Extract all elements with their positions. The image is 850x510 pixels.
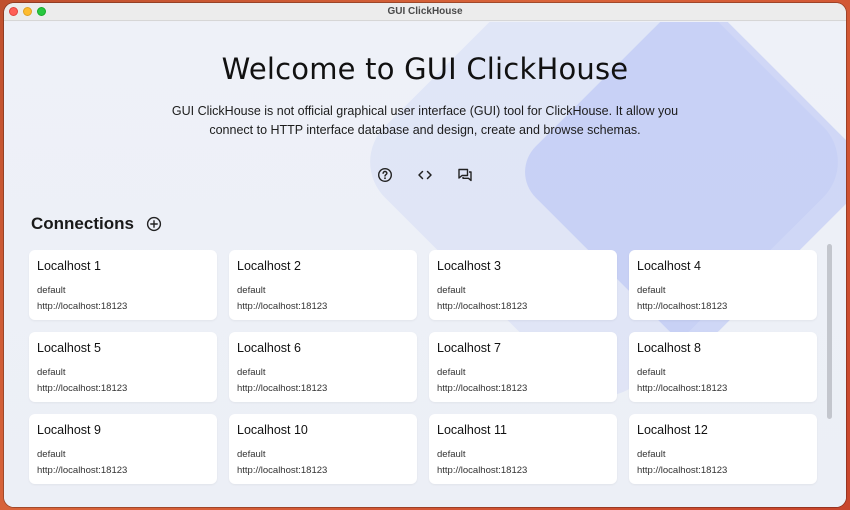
connections-grid: Localhost 1 default http://localhost:181… xyxy=(29,250,817,484)
connection-url: http://localhost:18123 xyxy=(637,383,728,394)
connection-card[interactable]: Localhost 3 default http://localhost:181… xyxy=(429,250,617,320)
connection-name: Localhost 4 xyxy=(637,259,701,273)
connection-database: default xyxy=(237,367,266,378)
connection-url: http://localhost:18123 xyxy=(637,465,728,476)
connection-name: Localhost 11 xyxy=(437,423,507,437)
connection-database: default xyxy=(237,285,266,296)
connection-database: default xyxy=(637,285,666,296)
window-controls xyxy=(9,7,46,16)
connection-database: default xyxy=(37,367,66,378)
connection-name: Localhost 12 xyxy=(637,423,708,437)
connection-name: Localhost 2 xyxy=(237,259,301,273)
add-connection-icon[interactable] xyxy=(146,216,162,232)
connection-database: default xyxy=(637,367,666,378)
connection-name: Localhost 7 xyxy=(437,341,501,355)
connection-database: default xyxy=(437,367,466,378)
connection-name: Localhost 6 xyxy=(237,341,301,355)
connection-card[interactable]: Localhost 1 default http://localhost:181… xyxy=(29,250,217,320)
connection-url: http://localhost:18123 xyxy=(437,301,528,312)
minimize-window-button[interactable] xyxy=(23,7,32,16)
connection-url: http://localhost:18123 xyxy=(37,465,128,476)
connection-database: default xyxy=(437,285,466,296)
app-window: GUI ClickHouse Welcome to GUI ClickHouse… xyxy=(4,3,846,507)
connection-database: default xyxy=(37,285,66,296)
connection-url: http://localhost:18123 xyxy=(437,383,528,394)
connection-name: Localhost 9 xyxy=(37,423,101,437)
connection-card[interactable]: Localhost 9 default http://localhost:181… xyxy=(29,414,217,484)
vertical-scrollbar[interactable] xyxy=(827,244,832,419)
help-icon[interactable] xyxy=(376,166,394,184)
close-window-button[interactable] xyxy=(9,7,18,16)
app-description: GUI ClickHouse is not official graphical… xyxy=(171,104,679,137)
title-bar: GUI ClickHouse xyxy=(4,3,846,21)
connection-url: http://localhost:18123 xyxy=(637,301,728,312)
connection-name: Localhost 3 xyxy=(437,259,501,273)
page-title: Welcome to GUI ClickHouse xyxy=(221,52,629,86)
connection-card[interactable]: Localhost 2 default http://localhost:181… xyxy=(229,250,417,320)
connections-header: Connections xyxy=(31,214,162,234)
connection-url: http://localhost:18123 xyxy=(37,301,128,312)
connection-name: Localhost 1 xyxy=(37,259,101,273)
connection-card[interactable]: Localhost 8 default http://localhost:181… xyxy=(629,332,817,402)
connection-card[interactable]: Localhost 10 default http://localhost:18… xyxy=(229,414,417,484)
connection-card[interactable]: Localhost 12 default http://localhost:18… xyxy=(629,414,817,484)
connections-title: Connections xyxy=(31,214,134,233)
connection-card[interactable]: Localhost 6 default http://localhost:181… xyxy=(229,332,417,402)
connection-url: http://localhost:18123 xyxy=(437,465,528,476)
maximize-window-button[interactable] xyxy=(37,7,46,16)
connection-name: Localhost 8 xyxy=(637,341,701,355)
connection-database: default xyxy=(637,449,666,460)
connection-card[interactable]: Localhost 5 default http://localhost:181… xyxy=(29,332,217,402)
chat-icon[interactable] xyxy=(456,166,474,184)
connection-name: Localhost 5 xyxy=(37,341,101,355)
connection-url: http://localhost:18123 xyxy=(37,383,128,394)
connection-database: default xyxy=(237,449,266,460)
connection-card[interactable]: Localhost 4 default http://localhost:181… xyxy=(629,250,817,320)
window-title: GUI ClickHouse xyxy=(387,6,463,17)
connection-url: http://localhost:18123 xyxy=(237,301,328,312)
main-content: Welcome to GUI ClickHouse GUI ClickHouse… xyxy=(4,22,846,507)
connection-database: default xyxy=(37,449,66,460)
connection-card[interactable]: Localhost 11 default http://localhost:18… xyxy=(429,414,617,484)
code-icon[interactable] xyxy=(416,166,434,184)
connection-database: default xyxy=(437,449,466,460)
connection-name: Localhost 10 xyxy=(237,423,308,437)
help-toolbar xyxy=(4,166,846,184)
connection-url: http://localhost:18123 xyxy=(237,465,328,476)
connection-card[interactable]: Localhost 7 default http://localhost:181… xyxy=(429,332,617,402)
connection-url: http://localhost:18123 xyxy=(237,383,328,394)
